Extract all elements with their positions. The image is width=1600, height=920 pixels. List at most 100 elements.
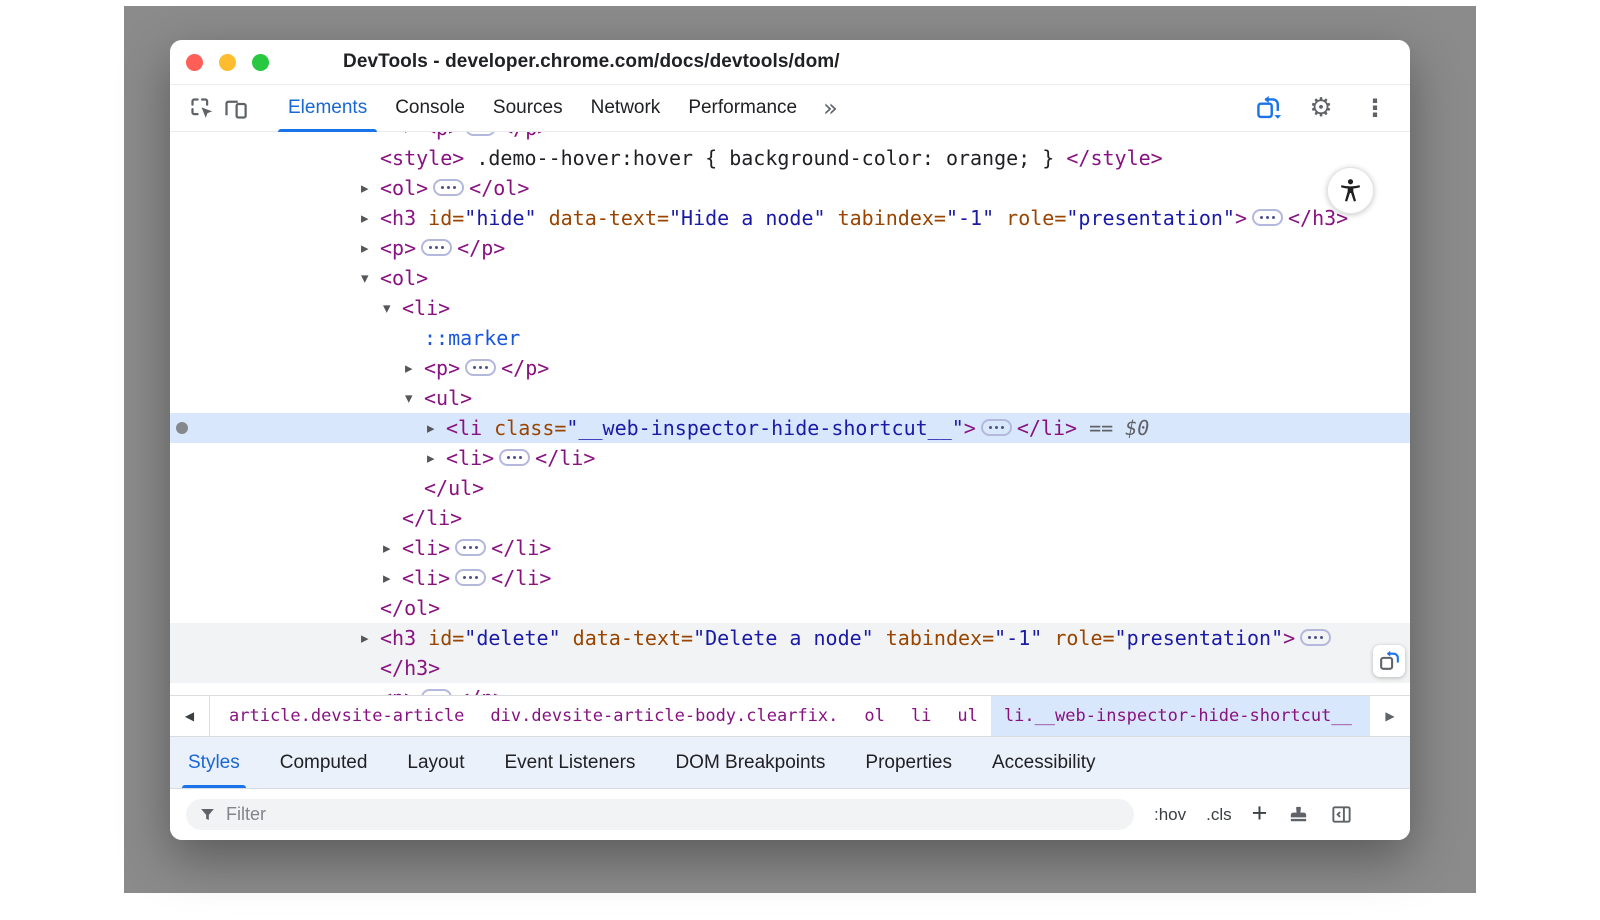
tab-performance[interactable]: Performance xyxy=(674,85,811,131)
tree-row[interactable]: ▸<li class="__web-inspector-hide-shortcu… xyxy=(170,413,1410,443)
expand-children-button[interactable] xyxy=(981,419,1012,436)
crumbs-scroll-right-button[interactable]: ▶ xyxy=(1370,696,1410,736)
code-token-tag: </style> xyxy=(1066,146,1162,170)
crumbs-scroll-left-button[interactable]: ◀ xyxy=(170,696,210,736)
expand-arrow-icon[interactable]: ▸ xyxy=(383,563,391,593)
expand-children-button[interactable] xyxy=(455,539,486,556)
filter-input-wrap[interactable] xyxy=(186,799,1134,830)
expand-children-button[interactable] xyxy=(433,179,464,196)
breadcrumb-item[interactable]: article.devsite-article xyxy=(216,696,477,736)
code-token-attr: role= xyxy=(994,206,1066,230)
expand-children-button[interactable] xyxy=(421,239,452,256)
expand-children-button[interactable] xyxy=(1252,209,1283,226)
collapse-arrow-icon[interactable]: ▾ xyxy=(383,293,391,323)
expand-arrow-icon[interactable]: ▸ xyxy=(383,533,391,563)
breadcrumb-item[interactable]: div.devsite-article-body.clearfix. xyxy=(477,696,851,736)
tree-row[interactable]: <style> .demo--hover:hover { background-… xyxy=(170,143,1410,173)
tab-elements[interactable]: Elements xyxy=(274,85,381,131)
toggle-sidebar-icon[interactable] xyxy=(1330,803,1353,826)
expand-children-button[interactable] xyxy=(455,569,486,586)
breadcrumb-item[interactable]: li.__web-inspector-hide-shortcut__ xyxy=(991,696,1370,736)
window-titlebar: DevTools - developer.chrome.com/docs/dev… xyxy=(170,40,1410,85)
panel-tabs: ElementsConsoleSourcesNetworkPerformance xyxy=(274,85,811,131)
stamp-icon[interactable] xyxy=(1287,803,1310,826)
tree-row[interactable]: ▾ <ul> xyxy=(170,383,1410,413)
code-token-tag: <ul> xyxy=(424,386,472,410)
breadcrumb-item[interactable]: ul xyxy=(944,696,990,736)
tree-row[interactable]: ▾<li> xyxy=(170,293,1410,323)
code-token-tag: </li> xyxy=(535,446,595,470)
code-token-sel: $0 xyxy=(1125,416,1149,440)
sidebar-tab-properties[interactable]: Properties xyxy=(849,737,968,788)
breadcrumb-item[interactable]: li xyxy=(898,696,944,736)
code-token-tag: </li> xyxy=(491,536,551,560)
expand-arrow-icon[interactable]: ▸ xyxy=(427,443,435,473)
toggle-element-state-button[interactable]: :hov xyxy=(1154,805,1186,825)
accessibility-button[interactable] xyxy=(1327,167,1374,214)
expand-children-button[interactable] xyxy=(465,132,496,136)
sidebar-tab-event-listeners[interactable]: Event Listeners xyxy=(488,737,651,788)
tree-row[interactable]: ▸<h3 id="delete" data-text="Delete a nod… xyxy=(170,623,1410,653)
expand-arrow-icon[interactable]: ▸ xyxy=(361,623,369,653)
code-token-tag: <p> xyxy=(380,236,416,260)
expand-children-button[interactable] xyxy=(1300,629,1331,646)
minimize-window-button[interactable] xyxy=(219,54,236,71)
collapse-arrow-icon[interactable]: ▾ xyxy=(405,383,413,413)
settings-gear-icon[interactable]: ⚙ xyxy=(1304,95,1338,121)
tree-row[interactable]: ▸<ol></ol> xyxy=(170,173,1410,203)
sidebar-tab-layout[interactable]: Layout xyxy=(391,737,480,788)
code-token-val: "presentation" xyxy=(1115,626,1284,650)
tree-row[interactable]: ▸<p></p> xyxy=(170,132,1410,143)
dom-tree[interactable]: ▸<p></p><style> .demo--hover:hover { bac… xyxy=(170,132,1410,695)
tree-row[interactable]: ▸<li></li> xyxy=(170,443,1410,473)
sidebar-tab-styles[interactable]: Styles xyxy=(172,737,256,788)
expand-arrow-icon[interactable]: ▸ xyxy=(361,203,369,233)
expand-arrow-icon[interactable]: ▸ xyxy=(361,173,369,203)
filter-funnel-icon xyxy=(198,805,217,824)
tree-row[interactable]: ::marker xyxy=(170,323,1410,353)
sidebar-tab-dom-breakpoints[interactable]: DOM Breakpoints xyxy=(659,737,841,788)
element-classes-button[interactable]: .cls xyxy=(1206,805,1232,825)
zoom-window-button[interactable] xyxy=(252,54,269,71)
tree-row[interactable]: ▸<li></li> xyxy=(170,563,1410,593)
tree-row[interactable]: ▸<p></p> xyxy=(170,353,1410,383)
breadcrumb-item[interactable]: ol xyxy=(851,696,897,736)
code-token-attr: class= xyxy=(482,416,566,440)
expand-arrow-icon[interactable]: ▸ xyxy=(405,132,413,143)
kebab-menu-icon[interactable]: ⋮ xyxy=(1358,96,1392,120)
more-tabs-icon[interactable]: » xyxy=(811,85,850,131)
inspect-element-icon[interactable] xyxy=(184,85,218,131)
tree-row[interactable]: ▸<li></li> xyxy=(170,533,1410,563)
code-token-tag: </p> xyxy=(501,132,549,140)
sidebar-tab-accessibility[interactable]: Accessibility xyxy=(976,737,1111,788)
code-token-attr: id= xyxy=(416,206,464,230)
tree-row[interactable]: ▸<h3 id="hide" data-text="Hide a node" t… xyxy=(170,203,1410,233)
device-toolbar-icon[interactable] xyxy=(218,85,252,131)
close-window-button[interactable] xyxy=(186,54,203,71)
tab-network[interactable]: Network xyxy=(577,85,675,131)
inspect-badge-button[interactable] xyxy=(1373,645,1405,677)
styles-filter-input[interactable] xyxy=(226,804,1122,825)
new-style-rule-button[interactable]: + xyxy=(1252,800,1268,827)
collapse-arrow-icon[interactable]: ▾ xyxy=(361,263,369,293)
expand-arrow-icon[interactable]: ▸ xyxy=(361,233,369,263)
tree-row[interactable]: </ul> xyxy=(170,473,1410,503)
tree-row[interactable]: ▸<p></p> xyxy=(170,233,1410,263)
tree-row[interactable]: ▸<p></p> xyxy=(170,683,1410,695)
code-token-val: "presentation" xyxy=(1066,206,1235,230)
tab-sources[interactable]: Sources xyxy=(479,85,577,131)
expand-arrow-icon[interactable]: ▸ xyxy=(405,353,413,383)
tree-row[interactable]: </h3> xyxy=(170,653,1410,683)
expand-arrow-icon[interactable]: ▸ xyxy=(427,413,435,443)
expand-arrow-icon[interactable]: ▸ xyxy=(361,683,369,695)
expand-children-button[interactable] xyxy=(465,359,496,376)
tree-row[interactable]: ▾<ol> xyxy=(170,263,1410,293)
code-token-tag: > xyxy=(964,416,976,440)
sidebar-tab-computed[interactable]: Computed xyxy=(264,737,384,788)
tab-console[interactable]: Console xyxy=(381,85,479,131)
styles-filter-bar: :hov .cls + xyxy=(170,789,1410,840)
refresh-icon[interactable] xyxy=(1250,94,1284,123)
tree-row[interactable]: </ol> xyxy=(170,593,1410,623)
tree-row[interactable]: </li> xyxy=(170,503,1410,533)
expand-children-button[interactable] xyxy=(499,449,530,466)
